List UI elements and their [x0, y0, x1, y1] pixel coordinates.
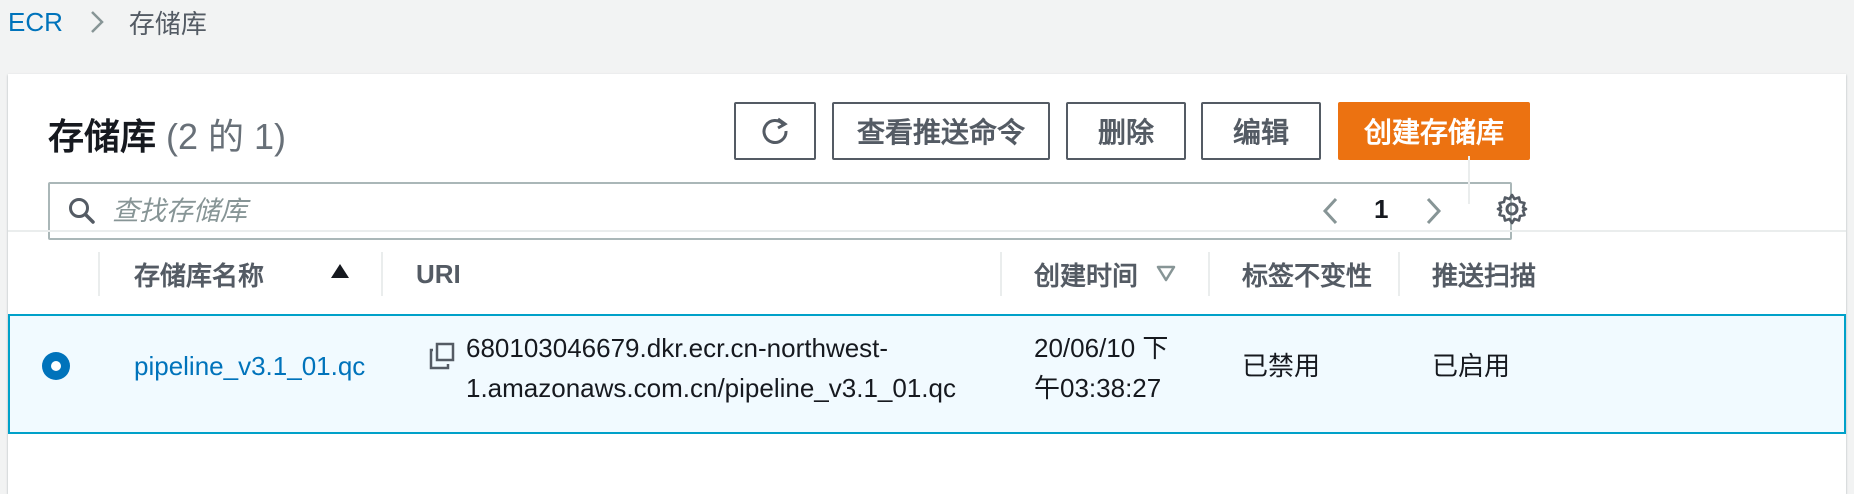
- view-push-commands-button[interactable]: 查看推送命令: [832, 102, 1050, 160]
- previous-page-icon[interactable]: [1320, 195, 1342, 227]
- page-number-1[interactable]: 1: [1374, 194, 1388, 225]
- column-divider: [1000, 252, 1002, 296]
- search-icon: [68, 197, 96, 225]
- create-repository-button[interactable]: 创建存储库: [1338, 102, 1530, 160]
- created-time-line-1: 20/06/10 下: [1034, 333, 1169, 363]
- column-header-name-label: 存储库名称: [134, 260, 265, 291]
- created-time-line-2: 午03:38:27: [1034, 373, 1162, 403]
- radio-dot: [51, 361, 61, 371]
- repository-uri: 680103046679.dkr.ecr.cn-northwest- 1.ama…: [466, 328, 956, 408]
- row-select-radio[interactable]: [42, 352, 70, 380]
- repository-uri-line-1: 680103046679.dkr.ecr.cn-northwest-: [466, 333, 889, 363]
- refresh-button[interactable]: [734, 102, 816, 160]
- column-header-created[interactable]: 创建时间: [1034, 232, 1204, 316]
- chevron-right-icon: [89, 9, 105, 35]
- created-time: 20/06/10 下 午03:38:27: [1034, 328, 1168, 408]
- column-header-name[interactable]: 存储库名称: [134, 232, 384, 316]
- page-title: 存储库 (2 的 1): [48, 108, 286, 160]
- pager-divider: [1468, 156, 1470, 204]
- sort-descending-icon: [1156, 264, 1176, 282]
- column-header-scan-on-push[interactable]: 推送扫描: [1432, 232, 1536, 316]
- delete-button[interactable]: 删除: [1066, 102, 1186, 160]
- column-divider: [98, 252, 100, 296]
- next-page-icon[interactable]: [1422, 195, 1444, 227]
- column-divider: [1208, 252, 1210, 296]
- refresh-icon: [759, 115, 791, 147]
- gear-icon[interactable]: [1496, 193, 1528, 225]
- scan-on-push-value: 已启用: [1432, 351, 1511, 381]
- column-header-uri[interactable]: URI: [416, 232, 461, 316]
- tag-immutability-value: 已禁用: [1242, 351, 1321, 381]
- sort-ascending-icon: [330, 262, 350, 280]
- table-row[interactable]: pipeline_v3.1_01.qc 680103046679.dkr.ecr…: [8, 314, 1846, 434]
- breadcrumb-ecr-link[interactable]: ECR: [8, 7, 63, 38]
- column-header-created-label: 创建时间: [1034, 260, 1139, 291]
- search-input[interactable]: [110, 194, 1494, 228]
- page-title-text: 存储库: [48, 116, 157, 157]
- edit-button[interactable]: 编辑: [1201, 102, 1321, 160]
- repository-count: (2 的 1): [166, 116, 287, 157]
- copy-icon[interactable]: [428, 342, 456, 370]
- repositories-panel: 存储库(2 的 1) 查看推送命令 删除 编辑 创建存储库 1: [8, 74, 1846, 494]
- breadcrumb-current: 存储库: [128, 8, 207, 39]
- repository-name-link[interactable]: pipeline_v3.1_01.qc: [134, 346, 365, 386]
- breadcrumb: ECR 存储库: [8, 0, 207, 44]
- column-divider: [381, 252, 383, 296]
- column-header-tag-immutability[interactable]: 标签不变性: [1242, 232, 1372, 316]
- repository-uri-line-2: 1.amazonaws.com.cn/pipeline_v3.1_01.qc: [466, 373, 956, 403]
- column-divider: [1398, 252, 1400, 296]
